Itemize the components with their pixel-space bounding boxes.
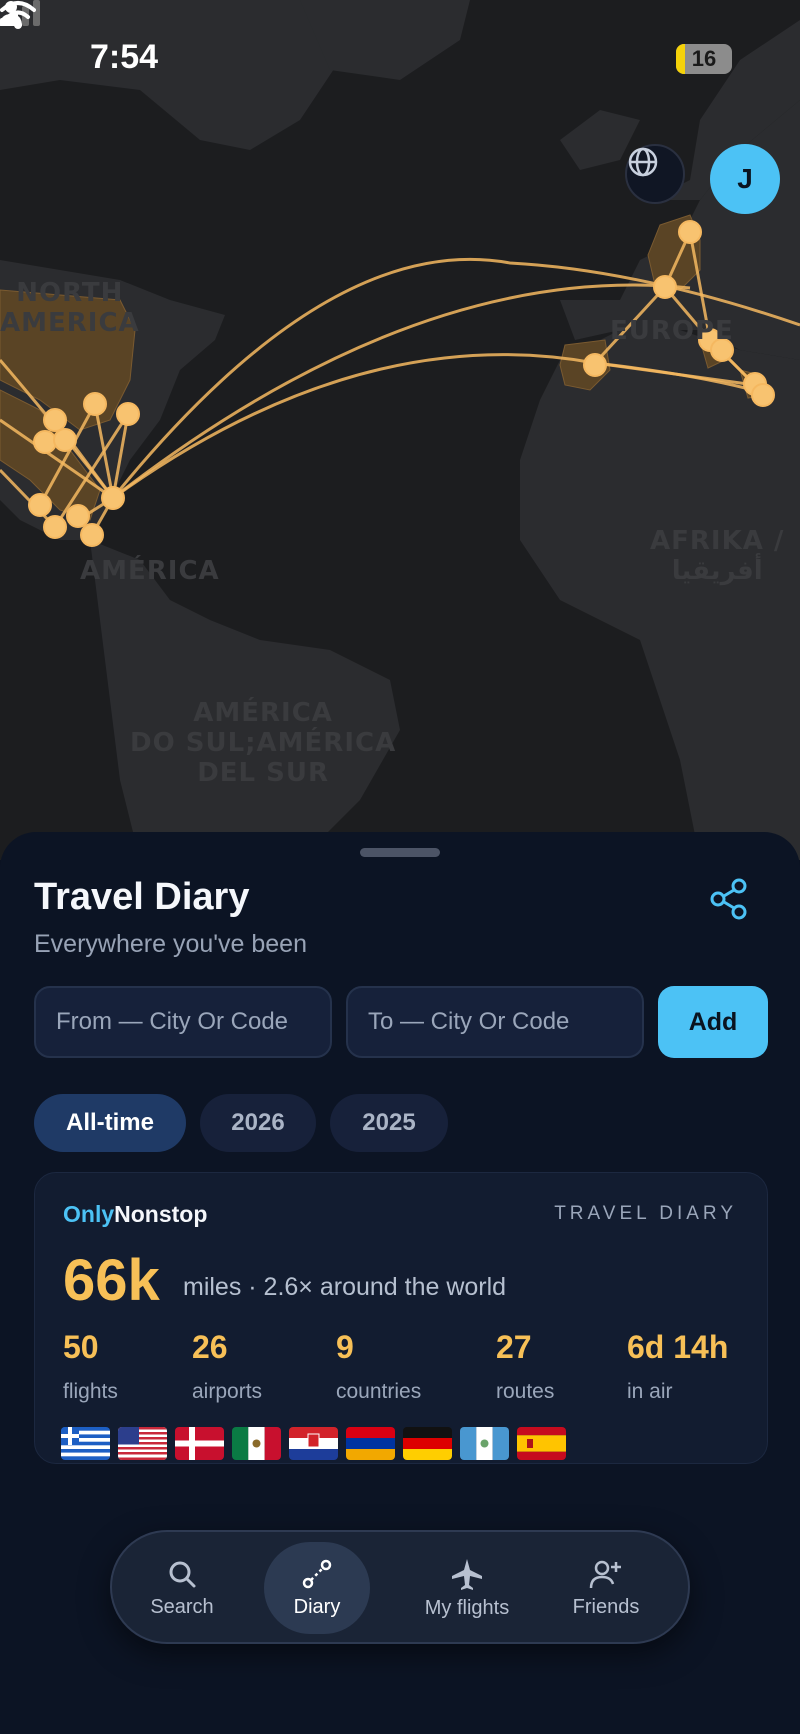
stat-label: airports <box>192 1380 263 1403</box>
mexico-flag <box>232 1427 281 1460</box>
card-tag: TRAVEL DIARY <box>554 1203 737 1224</box>
stat-value: 27 <box>496 1329 532 1365</box>
tab-label: Search <box>150 1595 214 1618</box>
stat-routes: 27 routes <box>496 1329 554 1404</box>
stat-countries: 9 countries <box>336 1329 421 1404</box>
add-friend-icon <box>589 1560 621 1588</box>
spain-flag <box>517 1427 566 1460</box>
sheet-grabber[interactable] <box>360 848 440 857</box>
map-label-north-america: NORTH AMERICA <box>0 278 140 338</box>
country-flags <box>61 1427 566 1460</box>
tab-friends[interactable]: Friends <box>546 1542 666 1634</box>
map-label-europe: EUROPE <box>610 316 734 346</box>
greece-flag <box>61 1427 110 1460</box>
page-title: Travel Diary <box>34 876 250 918</box>
battery-level: 16 <box>691 46 717 71</box>
stat-value: 6d 14h <box>627 1329 729 1365</box>
stat-label: countries <box>336 1380 422 1403</box>
brand-part-only: Only <box>63 1201 115 1227</box>
tab-label: Friends <box>572 1595 640 1618</box>
status-time: 7:54 <box>90 38 159 76</box>
filter-all-time[interactable]: All-time <box>34 1094 186 1152</box>
denmark-flag <box>175 1427 224 1460</box>
stat-label: routes <box>496 1380 555 1403</box>
stats-card: OnlyNonstop TRAVEL DIARY 66k miles · 2.6… <box>34 1172 768 1464</box>
miles-value: 66k <box>63 1248 160 1313</box>
to-field[interactable]: To — City Or Code <box>346 986 644 1058</box>
page-subtitle: Everywhere you've been <box>34 930 307 958</box>
from-field[interactable]: From — City Or Code <box>34 986 332 1058</box>
wifi-icon <box>0 1 36 29</box>
tab-bar: Search Diary My flights Friends <box>110 1530 690 1644</box>
tab-label: My flights <box>424 1596 510 1619</box>
stat-value: 26 <box>192 1329 228 1365</box>
brand-logo: OnlyNonstop <box>63 1201 207 1228</box>
stat-label: in air <box>627 1380 673 1403</box>
map-label-south-america: AMÉRICA DO SUL;AMÉRICA DEL SUR <box>130 698 397 788</box>
map-label-america: AMÉRICA <box>80 556 220 586</box>
route-icon <box>302 1559 332 1588</box>
miles-text: miles · 2.6× around the world <box>183 1273 507 1301</box>
guatemala-flag <box>460 1427 509 1460</box>
tab-label: Diary <box>293 1595 341 1618</box>
tab-search[interactable]: Search <box>122 1542 242 1634</box>
stat-label: flights <box>63 1380 118 1403</box>
search-icon <box>169 1561 196 1587</box>
stat-value: 50 <box>63 1329 99 1365</box>
usa-flag <box>118 1427 167 1460</box>
battery-indicator: 16 <box>676 44 732 74</box>
filter-2026[interactable]: 2026 <box>200 1094 316 1152</box>
germany-flag <box>403 1427 452 1460</box>
brand-part-nonstop: Nonstop <box>114 1201 208 1227</box>
map-label-africa: AFRIKA / أفريقيا <box>650 526 785 586</box>
tab-my-flights[interactable]: My flights <box>397 1542 537 1634</box>
stat-value: 9 <box>336 1329 354 1365</box>
filter-2025[interactable]: 2025 <box>330 1094 448 1152</box>
world-map <box>0 0 800 860</box>
status-bar: 7:54 16 <box>0 0 800 120</box>
croatia-flag <box>289 1427 338 1460</box>
stat-flights: 50 flights <box>63 1329 118 1404</box>
add-button[interactable]: Add <box>658 986 768 1058</box>
avatar[interactable]: J <box>710 144 780 214</box>
stat-airports: 26 airports <box>192 1329 262 1404</box>
globe-icon <box>628 147 658 177</box>
stat-time-in-air: 6d 14h in air <box>627 1329 728 1404</box>
plane-icon <box>452 1558 482 1590</box>
globe-button[interactable] <box>625 144 685 204</box>
armenia-flag <box>346 1427 395 1460</box>
share-icon <box>710 878 747 920</box>
tab-diary[interactable]: Diary <box>264 1542 370 1634</box>
share-button[interactable] <box>706 876 752 922</box>
map-view[interactable]: NORTH AMERICA AMÉRICA AMÉRICA DO SUL;AMÉ… <box>0 0 800 860</box>
